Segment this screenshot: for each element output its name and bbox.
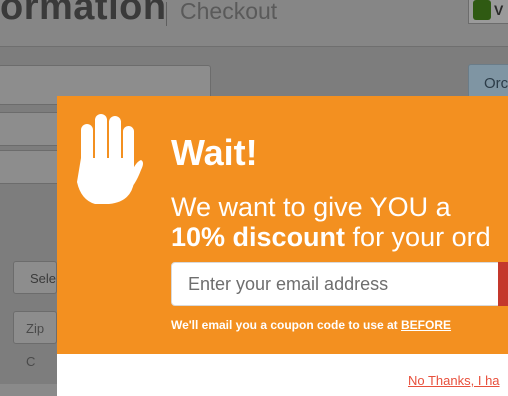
page-subtitle: Checkout (180, 0, 278, 24)
coupon-note-emphasis: BEFORE (401, 318, 452, 332)
coupon-note: We'll email you a coupon code to use at … (171, 318, 451, 332)
submit-button[interactable] (498, 262, 508, 306)
address-field-3[interactable] (0, 150, 60, 184)
lock-icon (473, 0, 491, 20)
address-field-2[interactable] (0, 112, 60, 146)
offer-line-2: 10% discount for your ord (171, 222, 491, 253)
hand-stop-icon (77, 114, 143, 204)
no-thanks-link[interactable]: No Thanks, I ha (408, 373, 500, 388)
zip-field[interactable]: Zip C (13, 311, 57, 369)
header-divider (0, 46, 508, 47)
discount-popup: Wait! We want to give YOU a 10% discount… (57, 96, 508, 396)
state-select[interactable]: Sele (13, 261, 57, 294)
offer-line-1: We want to give YOU a (171, 192, 451, 222)
discount-amount: 10% discount (171, 222, 346, 252)
coupon-note-text: We'll email you a coupon code to use at (171, 318, 402, 332)
title-separator (166, 2, 167, 26)
email-input[interactable] (171, 262, 508, 306)
popup-headline: Wait! (171, 132, 258, 173)
page-title: ormation (0, 0, 167, 28)
offer-line-2-rest: for your ord (345, 222, 491, 252)
secure-badge-text: V (494, 2, 504, 18)
